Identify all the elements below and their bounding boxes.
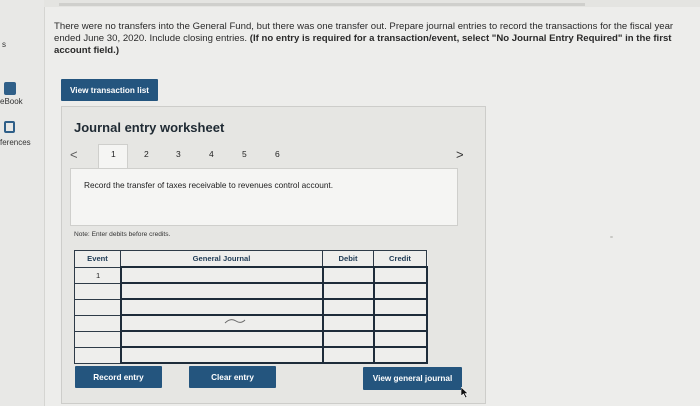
event-cell	[74, 298, 121, 316]
worksheet-title: Journal entry worksheet	[74, 120, 225, 135]
cursor-squiggle-mark	[224, 319, 246, 324]
debit-input[interactable]	[321, 298, 375, 316]
transaction-description-box	[70, 168, 458, 226]
mouse-pointer-icon	[461, 387, 469, 398]
event-cell: 1	[74, 266, 121, 284]
screen-smudge	[610, 236, 613, 238]
account-select[interactable]	[119, 282, 324, 300]
column-header-credit: Credit	[373, 250, 427, 268]
account-select[interactable]	[119, 346, 324, 364]
table-row	[74, 346, 428, 364]
tab-3[interactable]: 3	[176, 149, 181, 159]
prev-tab-arrow[interactable]: <	[70, 147, 78, 162]
table-row	[74, 282, 428, 300]
tab-5[interactable]: 5	[242, 149, 247, 159]
debit-input[interactable]	[321, 266, 375, 284]
debit-input[interactable]	[321, 330, 375, 348]
next-tab-arrow[interactable]: >	[456, 147, 464, 162]
table-row	[74, 314, 428, 332]
references-icon[interactable]	[4, 121, 15, 133]
clear-entry-button[interactable]: Clear entry	[189, 366, 276, 388]
debit-input[interactable]	[321, 282, 375, 300]
credit-input[interactable]	[372, 330, 428, 348]
tab-2[interactable]: 2	[144, 149, 149, 159]
column-header-debit: Debit	[322, 250, 374, 268]
view-general-journal-button[interactable]: View general journal	[363, 367, 462, 390]
debits-credits-note: Note: Enter debits before credits.	[74, 231, 171, 238]
instructions-text: There were no transfers into the General…	[54, 21, 674, 57]
event-cell	[74, 282, 121, 300]
account-select[interactable]	[119, 298, 324, 316]
tab-6[interactable]: 6	[275, 149, 280, 159]
credit-input[interactable]	[372, 298, 428, 316]
debit-input[interactable]	[321, 314, 375, 332]
table-row	[74, 298, 428, 316]
credit-input[interactable]	[372, 314, 428, 332]
journal-entry-table: Event General Journal Debit Credit 1	[74, 250, 428, 364]
worksheet-tabs: < 1 2 3 4 5 6	[70, 144, 470, 169]
table-row	[74, 330, 428, 348]
account-select[interactable]	[119, 330, 324, 348]
top-progress-strip	[44, 0, 700, 7]
left-sidebar: s eBook ferences	[0, 0, 45, 406]
tab-1[interactable]: 1	[111, 149, 116, 159]
account-select[interactable]	[119, 266, 324, 284]
sidebar-item-ebook[interactable]: eBook	[0, 97, 23, 106]
event-cell	[74, 330, 121, 348]
tab-4[interactable]: 4	[209, 149, 214, 159]
view-transaction-list-button[interactable]: View transaction list	[61, 79, 158, 101]
event-cell	[74, 314, 121, 332]
ebook-icon[interactable]	[4, 82, 16, 95]
sidebar-item-references[interactable]: ferences	[0, 138, 31, 147]
event-cell	[74, 346, 121, 364]
record-entry-button[interactable]: Record entry	[75, 366, 162, 388]
transaction-description: Record the transfer of taxes receivable …	[84, 180, 334, 190]
credit-input[interactable]	[372, 266, 428, 284]
sidebar-top-label: s	[2, 40, 6, 49]
column-header-event: Event	[74, 250, 121, 268]
credit-input[interactable]	[372, 346, 428, 364]
account-select[interactable]	[119, 314, 324, 332]
credit-input[interactable]	[372, 282, 428, 300]
column-header-general-journal: General Journal	[120, 250, 323, 268]
table-row: 1	[74, 266, 428, 284]
debit-input[interactable]	[321, 346, 375, 364]
